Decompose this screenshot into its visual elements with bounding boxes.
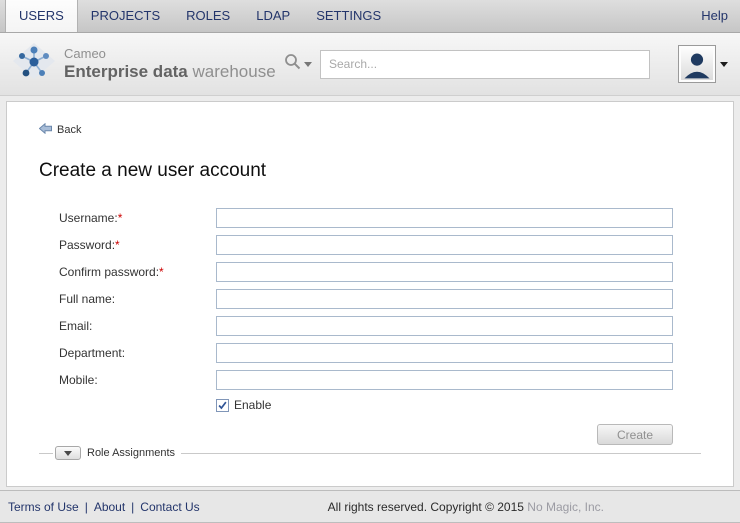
- enable-checkbox[interactable]: [216, 399, 229, 412]
- search-input[interactable]: [320, 50, 650, 79]
- contact-us-link[interactable]: Contact Us: [140, 500, 199, 514]
- copyright-label: All rights reserved. Copyright © 2015: [328, 500, 528, 514]
- back-label: Back: [57, 124, 81, 136]
- role-assignments-toggle-button[interactable]: [55, 446, 81, 460]
- divider: [39, 453, 53, 454]
- user-silhouette-icon: [680, 48, 714, 82]
- required-mark: *: [115, 238, 120, 252]
- footer-links: Terms of Use | About | Contact Us: [8, 500, 200, 514]
- mobile-input[interactable]: [216, 370, 673, 390]
- user-menu: [678, 45, 728, 83]
- tab-settings[interactable]: SETTINGS: [303, 0, 394, 32]
- user-form: Username:* Password:* Confirm password:*…: [59, 208, 673, 445]
- tab-projects[interactable]: PROJECTS: [78, 0, 173, 32]
- divider: [181, 453, 701, 454]
- tab-ldap[interactable]: LDAP: [243, 0, 303, 32]
- form-row-full-name: Full name:: [59, 289, 673, 309]
- search-scope-button[interactable]: [284, 53, 312, 75]
- help-link[interactable]: Help: [689, 0, 740, 32]
- brand-name: Cameo: [64, 47, 276, 62]
- enable-row: Enable: [216, 397, 673, 413]
- form-row-email: Email:: [59, 316, 673, 336]
- copyright-text: All rights reserved. Copyright © 2015 No…: [200, 500, 732, 514]
- brand-text: Cameo Enterprise data warehouse: [64, 47, 276, 81]
- create-button[interactable]: Create: [597, 424, 673, 445]
- required-mark: *: [159, 265, 164, 279]
- brand-product-bold: Enterprise data: [64, 62, 188, 81]
- form-row-department: Department:: [59, 343, 673, 363]
- check-icon: [217, 400, 228, 411]
- tab-users[interactable]: USERS: [5, 0, 78, 32]
- page-title: Create a new user account: [39, 160, 701, 182]
- username-input[interactable]: [216, 208, 673, 228]
- caret-down-icon: [64, 451, 72, 456]
- header: Cameo Enterprise data warehouse: [0, 33, 740, 96]
- avatar[interactable]: [678, 45, 716, 83]
- back-link[interactable]: Back: [39, 121, 81, 139]
- create-row: Create: [59, 424, 673, 445]
- brand: Cameo Enterprise data warehouse: [12, 42, 284, 87]
- footer: Terms of Use | About | Contact Us All ri…: [0, 490, 740, 523]
- email-input[interactable]: [216, 316, 673, 336]
- search-dropdown-icon: [304, 62, 312, 67]
- separator: |: [131, 500, 134, 514]
- role-assignments-label: Role Assignments: [87, 447, 175, 459]
- content-area: Back Create a new user account Username:…: [0, 96, 740, 490]
- tab-roles[interactable]: ROLES: [173, 0, 243, 32]
- department-label: Department:: [59, 346, 216, 360]
- separator: |: [85, 500, 88, 514]
- search-area: [284, 50, 650, 79]
- mobile-label: Mobile:: [59, 373, 216, 387]
- password-label: Password:*: [59, 238, 216, 252]
- brand-product-light: warehouse: [188, 62, 276, 81]
- form-row-username: Username:*: [59, 208, 673, 228]
- app-window: USERS PROJECTS ROLES LDAP SETTINGS Help: [0, 0, 740, 523]
- username-label: Username:*: [59, 211, 216, 225]
- enable-label: Enable: [234, 398, 271, 412]
- password-input[interactable]: [216, 235, 673, 255]
- terms-of-use-link[interactable]: Terms of Use: [8, 500, 79, 514]
- top-nav: USERS PROJECTS ROLES LDAP SETTINGS Help: [0, 0, 740, 33]
- email-label: Email:: [59, 319, 216, 333]
- confirm-password-label: Confirm password:*: [59, 265, 216, 279]
- search-icon: [284, 53, 301, 75]
- department-input[interactable]: [216, 343, 673, 363]
- company-name: No Magic, Inc.: [527, 500, 604, 514]
- back-arrow-icon: [39, 121, 52, 139]
- role-assignments-section: Role Assignments: [39, 446, 701, 460]
- about-link[interactable]: About: [94, 500, 125, 514]
- confirm-password-input[interactable]: [216, 262, 673, 282]
- cameo-logo-icon: [12, 42, 56, 87]
- full-name-label: Full name:: [59, 292, 216, 306]
- required-mark: *: [118, 211, 123, 225]
- main-panel: Back Create a new user account Username:…: [6, 101, 734, 487]
- form-row-mobile: Mobile:: [59, 370, 673, 390]
- form-row-confirm-password: Confirm password:*: [59, 262, 673, 282]
- form-row-password: Password:*: [59, 235, 673, 255]
- user-menu-dropdown-icon[interactable]: [720, 62, 728, 67]
- full-name-input[interactable]: [216, 289, 673, 309]
